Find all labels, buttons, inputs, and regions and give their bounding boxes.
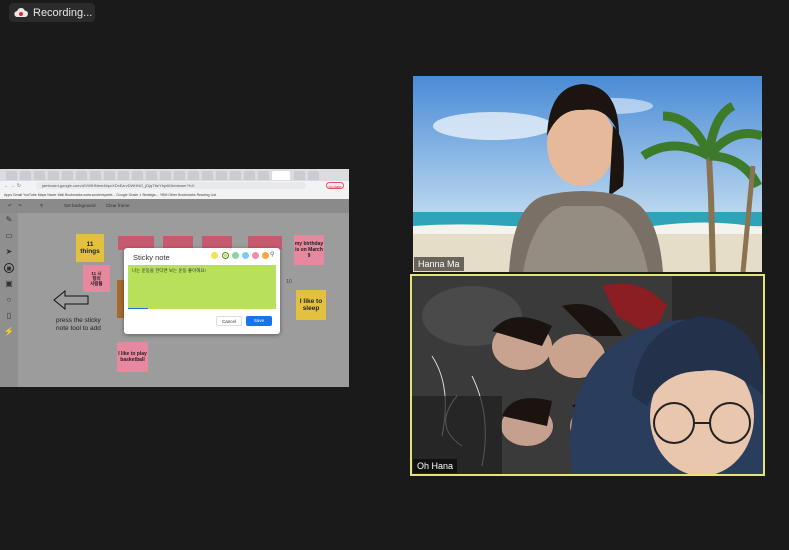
- color-swatch-teal[interactable]: [232, 252, 239, 259]
- circle-icon[interactable]: ○: [4, 295, 14, 305]
- color-swatch-blue[interactable]: [242, 252, 249, 259]
- zoom-icon[interactable]: ⚲: [40, 203, 43, 209]
- update-button[interactable]: Update: [326, 182, 344, 189]
- browser-tab[interactable]: [132, 171, 143, 180]
- cloud-record-icon: [14, 7, 28, 19]
- browser-tab[interactable]: [216, 171, 227, 180]
- browser-tab[interactable]: [258, 171, 269, 180]
- note-text-area[interactable]: 나는 운동을 한다면 보는 운동 좋아해요!: [128, 265, 276, 309]
- browser-tab[interactable]: [188, 171, 199, 180]
- browser-tab[interactable]: [6, 171, 17, 180]
- recording-label: Recording...: [33, 6, 93, 19]
- participant-name: Hanna Ma: [414, 257, 464, 271]
- browser-tab[interactable]: [202, 171, 213, 180]
- participant-video-beach: [413, 76, 762, 272]
- redo-icon[interactable]: ↷: [18, 203, 22, 209]
- browser-tab-bar: [0, 169, 349, 181]
- browser-tab[interactable]: [230, 171, 241, 180]
- video-tile-hanna[interactable]: Hanna Ma: [413, 76, 762, 272]
- browser-tab[interactable]: [244, 171, 255, 180]
- participant-video-photo: [412, 276, 763, 474]
- sticky-note-tool-icon[interactable]: ■: [4, 263, 14, 273]
- browser-tab[interactable]: [308, 171, 319, 180]
- clear-frame-button[interactable]: Clear frame: [106, 203, 130, 208]
- browser-tab-active[interactable]: [272, 171, 290, 180]
- number-label: 10: [286, 279, 292, 285]
- save-button[interactable]: Save: [246, 316, 272, 326]
- participant-name: Oh Hana: [413, 459, 458, 473]
- address-bar-row: ← → ↻ jamboard.google.com/d/1WtHNem4bpvX…: [0, 181, 349, 191]
- browser-tab[interactable]: [34, 171, 45, 180]
- recording-indicator[interactable]: Recording...: [9, 3, 95, 22]
- color-swatch-orange[interactable]: [262, 252, 269, 259]
- set-background-button[interactable]: Set background: [64, 203, 96, 208]
- undo-icon[interactable]: ↶: [8, 203, 12, 209]
- sticky-note[interactable]: 11 시 항의 사람들: [83, 265, 110, 292]
- sticky-note[interactable]: I like to sleep: [296, 290, 326, 320]
- browser-tab[interactable]: [294, 171, 305, 180]
- laser-icon[interactable]: ⚡: [4, 327, 14, 337]
- pen-icon[interactable]: ✎: [4, 215, 14, 225]
- browser-tab[interactable]: [76, 171, 87, 180]
- browser-tab[interactable]: [90, 171, 101, 180]
- hint-text: press the sticky note tool to add: [56, 317, 101, 332]
- browser-tab[interactable]: [160, 171, 171, 180]
- browser-tab[interactable]: [104, 171, 115, 180]
- color-swatch-yellow[interactable]: [211, 252, 218, 259]
- color-swatch-pink[interactable]: [252, 252, 259, 259]
- sticky-note[interactable]: I like to play basketball: [117, 342, 148, 372]
- browser-tab[interactable]: [174, 171, 185, 180]
- video-tile-oh-hana[interactable]: Oh Hana: [410, 274, 765, 476]
- browser-tab[interactable]: [118, 171, 129, 180]
- text-cursor-underline: [128, 308, 148, 309]
- left-arrow-icon: [53, 290, 89, 310]
- browser-tab[interactable]: [48, 171, 59, 180]
- tool-sidebar: ✎ ▭ ➤ ■ ▣ ○ ▯ ⚡: [0, 213, 18, 387]
- select-icon[interactable]: ➤: [4, 247, 14, 257]
- browser-tab[interactable]: [20, 171, 31, 180]
- url-field[interactable]: jamboard.google.com/d/1WtHNem4bpvXDxEzrv…: [36, 182, 306, 189]
- sticky-note[interactable]: my birthday is on March 9: [294, 235, 324, 265]
- eraser-icon[interactable]: ▭: [4, 231, 14, 241]
- color-swatch-green-selected[interactable]: [222, 252, 229, 259]
- image-icon[interactable]: ▣: [4, 279, 14, 289]
- search-icon[interactable]: ⚲: [270, 251, 274, 258]
- cancel-button[interactable]: Cancel: [216, 316, 242, 326]
- text-box-icon[interactable]: ▯: [4, 311, 14, 321]
- jamboard-toolbar: ↶ ↷ ⚲ Set background Clear frame: [0, 199, 349, 213]
- dialog-title: Sticky note: [133, 253, 170, 262]
- browser-tab[interactable]: [146, 171, 157, 180]
- bookmarks-bar[interactable]: Apps Gmail YouTube Maps Naver Mail Bookm…: [0, 191, 349, 199]
- note-text: 나는 운동을 한다면 보는 운동 좋아해요!: [132, 268, 206, 273]
- browser-tab[interactable]: [62, 171, 73, 180]
- nav-buttons-icon[interactable]: ← → ↻: [4, 183, 21, 189]
- sticky-note-dialog[interactable]: Sticky note ⚲ 나는 운동을 한다면 보는 운동 좋아해요! Can…: [124, 248, 280, 334]
- sticky-note[interactable]: 11 things: [76, 234, 104, 262]
